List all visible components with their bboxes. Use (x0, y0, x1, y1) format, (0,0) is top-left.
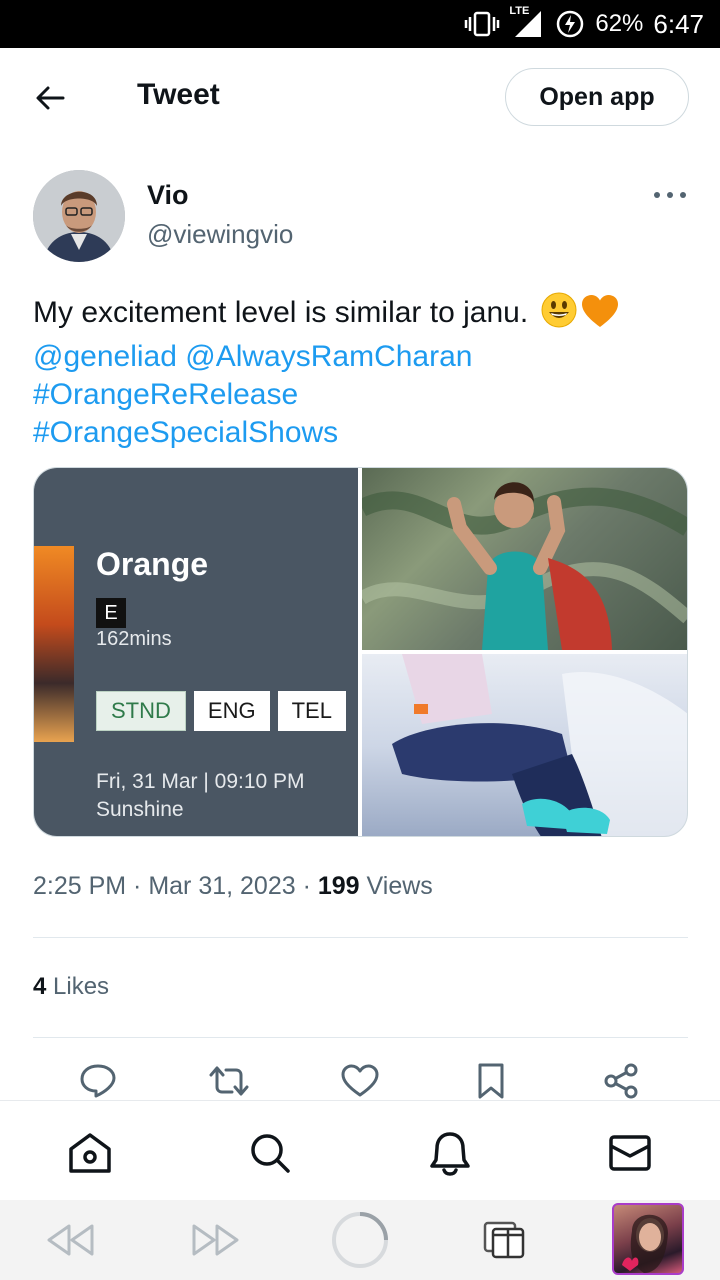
avatar[interactable] (33, 170, 125, 262)
views-count: 199 (317, 872, 360, 900)
reply-icon (80, 1064, 116, 1098)
divider (33, 937, 688, 938)
page-title: Tweet (137, 78, 220, 111)
orange-heart-emoji-icon (581, 294, 619, 338)
nav-home[interactable] (66, 1129, 114, 1177)
profile-thumbnail[interactable] (612, 1203, 684, 1275)
bookmark-button[interactable] (468, 1058, 514, 1104)
loading-ring-icon (332, 1212, 388, 1268)
nav-notifications[interactable] (426, 1129, 474, 1177)
reply-button[interactable] (75, 1058, 121, 1104)
nav-messages[interactable] (606, 1129, 654, 1177)
rewind-icon (47, 1224, 94, 1256)
more-dot-icon (654, 192, 660, 198)
search-icon (251, 1134, 290, 1173)
battery-saver-icon (555, 9, 585, 39)
bottom-navigation (0, 1100, 720, 1200)
hashtag-link[interactable]: #OrangeSpecialShows (33, 416, 338, 449)
fast-forward-button[interactable] (186, 1210, 246, 1270)
like-button[interactable] (337, 1058, 383, 1104)
battery-percent: 62% (595, 10, 644, 37)
retweet-icon (209, 1066, 249, 1096)
header: Tweet Open app (0, 48, 720, 146)
author-name[interactable]: Vio (147, 180, 189, 211)
more-dot-icon (680, 192, 686, 198)
ticket-tag-language: TEL (277, 691, 346, 731)
ticket-date-time: Fri, 31 Mar | 09:10 PM (96, 770, 305, 793)
media-image-man-sitting[interactable] (362, 654, 687, 836)
tweet-time[interactable]: 2:25 PM (33, 872, 126, 900)
ticket-rating-badge: E (96, 598, 126, 628)
mail-icon (609, 1135, 651, 1171)
mentions-line: @geneliad @AlwaysRamCharan (33, 338, 693, 376)
status-bar: LTE 62% 6:47 (0, 0, 720, 48)
share-button[interactable] (598, 1058, 644, 1104)
reload-button[interactable] (330, 1210, 390, 1270)
home-icon (69, 1133, 111, 1173)
ticket-movie-title: Orange (96, 546, 209, 582)
tabs-icon (483, 1221, 525, 1259)
ticket-venue: Sunshine (96, 798, 184, 821)
likes-label: Likes (53, 973, 110, 1000)
author-handle[interactable]: @viewingvio (147, 219, 293, 250)
heart-icon (341, 1064, 379, 1097)
fast-forward-icon (192, 1224, 239, 1256)
more-options-button[interactable] (654, 182, 686, 208)
movie-poster-thumbnail (34, 546, 74, 742)
hashtag-link[interactable]: #OrangeReRelease (33, 378, 298, 411)
ticket-duration: 162mins (96, 628, 172, 650)
tweet-text: My excitement level is similar to janu. … (33, 292, 693, 452)
tweet-meta: 2:25 PM · Mar 31, 2023 · 199 Views (33, 872, 433, 900)
bell-icon (430, 1132, 470, 1176)
ticket-tag-format: STND (96, 691, 186, 731)
likes-stat[interactable]: 4 Likes (33, 973, 109, 1001)
media-image-ticket[interactable]: Orange E 162mins STND ENG TEL Fri, 31 Ma… (34, 468, 358, 836)
open-app-button[interactable]: Open app (505, 68, 689, 126)
likes-count: 4 (33, 973, 47, 1000)
smiley-emoji-icon (541, 292, 577, 338)
tabs-button[interactable] (474, 1210, 534, 1270)
signal-icon: LTE (509, 5, 545, 39)
retweet-button[interactable] (206, 1058, 252, 1104)
ticket-tags: STND ENG TEL (96, 691, 346, 731)
tweet-actions (0, 1058, 720, 1104)
views-label: Views (366, 872, 433, 900)
ticket-tag-language: ENG (193, 691, 270, 731)
tweet-date[interactable]: Mar 31, 2023 (148, 872, 295, 900)
browser-toolbar (0, 1200, 720, 1280)
media-grid: Orange E 162mins STND ENG TEL Fri, 31 Ma… (33, 467, 688, 837)
mention-link[interactable]: @geneliad (33, 340, 177, 373)
tweet-body-line: My excitement level is similar to janu. (33, 292, 693, 338)
mention-link[interactable]: @AlwaysRamCharan (185, 340, 472, 373)
share-icon (604, 1063, 638, 1099)
more-dot-icon (667, 192, 673, 198)
nav-search[interactable] (246, 1129, 294, 1177)
divider (33, 1037, 688, 1038)
clock: 6:47 (653, 8, 704, 39)
tweet-body: My excitement level is similar to janu. (33, 296, 529, 329)
media-image-woman-cheering[interactable] (362, 468, 687, 650)
arrow-left-icon (36, 86, 65, 110)
vibrate-icon (463, 10, 501, 38)
rewind-button[interactable] (40, 1210, 100, 1270)
bookmark-icon (478, 1063, 504, 1099)
network-type: LTE (509, 5, 530, 17)
back-button[interactable] (28, 78, 72, 118)
